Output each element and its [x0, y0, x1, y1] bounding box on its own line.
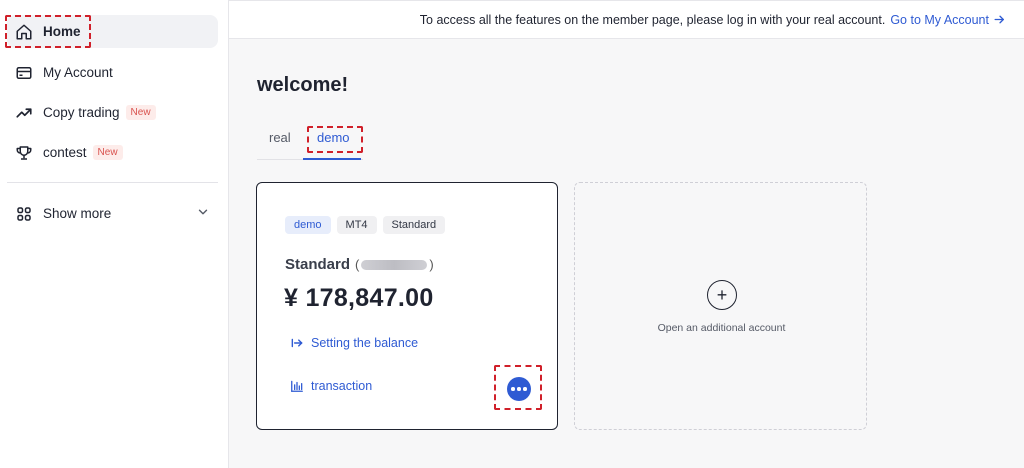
add-account-card[interactable]: + Open an additional account: [574, 182, 867, 430]
sidebar-item-home[interactable]: Home: [7, 15, 218, 48]
sidebar-item-label: My Account: [43, 65, 113, 80]
account-name-text: Standard: [285, 256, 351, 273]
account-name: Standard ( ): [285, 256, 434, 273]
home-icon: [15, 23, 33, 41]
sidebar-item-show-more[interactable]: Show more: [7, 197, 218, 230]
sidebar-item-contest[interactable]: contest New: [7, 136, 218, 169]
link-label: transaction: [311, 379, 373, 393]
dot: [517, 387, 521, 391]
new-badge: New: [92, 145, 123, 160]
dot: [523, 387, 527, 391]
redacted-account-number: [361, 259, 428, 270]
tab-demo[interactable]: demo: [317, 130, 350, 145]
trophy-icon: [15, 144, 33, 162]
new-badge: New: [125, 105, 156, 120]
account-id-open: (: [355, 257, 360, 272]
login-notice: To access all the features on the member…: [419, 12, 886, 27]
top-notice-bar: To access all the features on the member…: [229, 0, 1024, 39]
go-to-my-account-link[interactable]: Go to My Account: [890, 13, 1006, 27]
arrow-to-icon: [291, 338, 303, 348]
account-type-tabs: real demo: [257, 124, 363, 160]
active-tab-indicator: [303, 158, 361, 160]
tag-account-type: Standard: [382, 216, 446, 234]
plus-icon[interactable]: +: [707, 280, 737, 310]
account-id: ( ): [355, 257, 434, 272]
sidebar-item-label: Show more: [43, 206, 112, 221]
arrow-right-icon: [994, 15, 1004, 24]
sidebar-item-label: contest: [43, 145, 87, 160]
setting-balance-link[interactable]: Setting the balance: [290, 336, 418, 350]
account-tags: demo MT4 Standard: [285, 216, 446, 234]
link-label: Setting the balance: [311, 336, 419, 350]
sidebar-item-label: Copy trading: [43, 105, 120, 120]
dot: [511, 387, 515, 391]
link-label: Go to My Account: [890, 12, 989, 27]
tab-real[interactable]: real: [269, 130, 291, 145]
sidebar-item-copy-trading[interactable]: Copy trading New: [7, 96, 218, 129]
sidebar: Home My Account Copy trading New contest…: [0, 0, 229, 468]
sidebar-divider: [7, 182, 218, 183]
sidebar-item-label: Home: [43, 24, 81, 39]
grid-icon: [15, 205, 33, 223]
add-account-label: Open an additional account: [657, 322, 786, 334]
tag-platform: MT4: [336, 216, 377, 234]
transaction-link[interactable]: transaction: [290, 379, 372, 393]
chevron-down-icon: [198, 209, 208, 215]
sidebar-item-my-account[interactable]: My Account: [7, 56, 218, 89]
account-card: demo MT4 Standard Standard ( ) ¥ 178,847…: [256, 182, 558, 430]
page-title: welcome!: [257, 74, 349, 96]
chart-bars-icon: [291, 380, 303, 392]
account-id-close: ): [429, 257, 434, 272]
account-balance: ¥ 178,847.00: [284, 284, 434, 312]
card-icon: [15, 64, 33, 82]
tag-demo: demo: [285, 216, 331, 234]
more-options-button[interactable]: [507, 377, 531, 401]
trend-up-icon: [15, 104, 33, 122]
